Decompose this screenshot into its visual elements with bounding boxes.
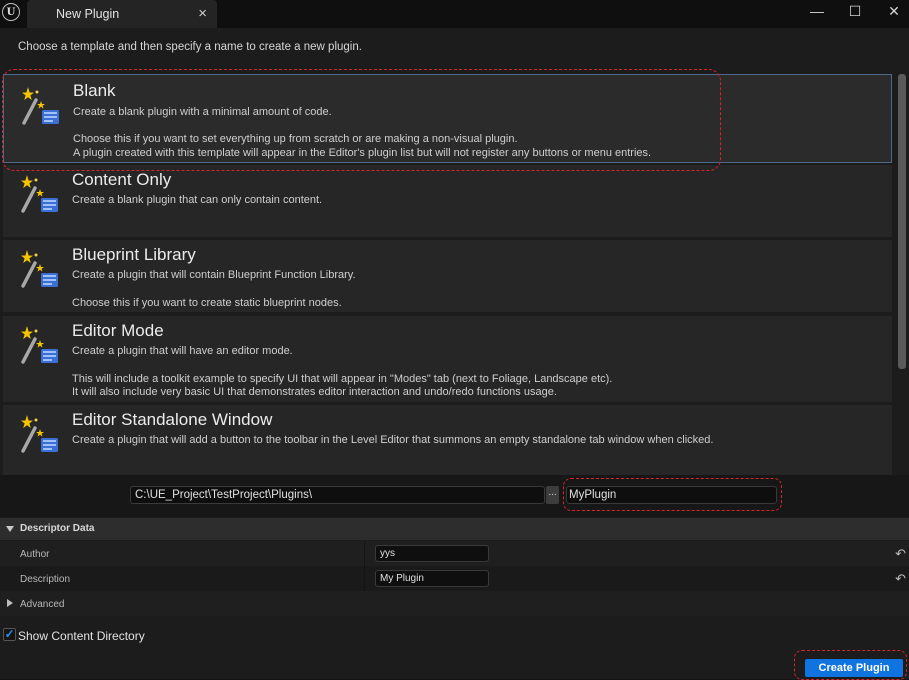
description-row: Description My Plugin ↶ xyxy=(0,566,909,591)
tab-new-plugin[interactable]: New Plugin × xyxy=(27,0,217,28)
template-description: This will include a toolkit example to s… xyxy=(72,373,613,385)
author-input[interactable]: yys xyxy=(375,545,489,562)
close-tab-icon[interactable]: × xyxy=(198,5,207,22)
template-description: Create a blank plugin that can only cont… xyxy=(72,194,323,206)
template-description: Create a plugin that will have an editor… xyxy=(72,345,293,357)
template-description: It will also include very basic UI that … xyxy=(72,386,557,398)
show-content-directory-checkbox[interactable]: ✓ xyxy=(3,628,16,641)
description-label: Description xyxy=(20,574,71,585)
magic-wand-icon xyxy=(21,415,58,453)
maximize-button[interactable]: ☐ xyxy=(842,1,868,21)
template-editor-mode[interactable]: Editor Mode Create a plugin that will ha… xyxy=(3,316,892,402)
advanced-row[interactable]: Advanced xyxy=(0,591,909,616)
template-title: Blueprint Library xyxy=(72,245,196,264)
author-row: Author yys ↶ xyxy=(0,541,909,566)
template-description: Choose this if you want to create static… xyxy=(72,297,342,309)
template-content-only[interactable]: Content Only Create a blank plugin that … xyxy=(3,165,892,237)
highlight-annotation xyxy=(563,478,782,511)
author-label: Author xyxy=(20,549,50,560)
highlight-annotation xyxy=(2,69,721,171)
unreal-logo-icon: U xyxy=(2,3,20,21)
magic-wand-icon xyxy=(21,250,58,288)
tab-label: New Plugin xyxy=(56,7,120,21)
highlight-annotation xyxy=(794,650,907,680)
expand-caret-icon xyxy=(6,526,14,532)
new-plugin-dialog: Choose a template and then specify a nam… xyxy=(0,28,909,680)
template-list-scrollbar[interactable] xyxy=(898,74,906,369)
title-bar: U New Plugin × — ☐ ✕ xyxy=(0,0,909,28)
template-title: Editor Standalone Window xyxy=(72,410,273,429)
minimize-button[interactable]: — xyxy=(804,1,830,21)
magic-wand-icon xyxy=(21,175,58,213)
show-content-directory-label: Show Content Directory xyxy=(18,629,145,643)
descriptor-data-header[interactable]: Descriptor Data xyxy=(0,518,909,540)
template-description: Create a plugin that will add a button t… xyxy=(72,434,714,446)
section-title: Descriptor Data xyxy=(20,523,95,534)
magic-wand-icon xyxy=(21,326,58,364)
reset-to-default-icon[interactable]: ↶ xyxy=(895,571,906,587)
template-title: Editor Mode xyxy=(72,321,164,340)
description-input[interactable]: My Plugin xyxy=(375,570,489,587)
browse-path-button[interactable]: ... xyxy=(546,486,559,504)
column-divider[interactable] xyxy=(364,541,365,566)
column-divider[interactable] xyxy=(364,566,365,591)
template-title: Content Only xyxy=(72,170,172,189)
close-window-button[interactable]: ✕ xyxy=(881,1,907,21)
reset-to-default-icon[interactable]: ↶ xyxy=(895,546,906,562)
template-blueprint-library[interactable]: Blueprint Library Create a plugin that w… xyxy=(3,240,892,312)
collapse-caret-icon xyxy=(7,599,13,607)
instruction-text: Choose a template and then specify a nam… xyxy=(18,41,362,53)
advanced-label: Advanced xyxy=(20,599,65,610)
template-editor-standalone-window[interactable]: Editor Standalone Window Create a plugin… xyxy=(3,405,892,475)
plugin-path-input[interactable]: C:\UE_Project\TestProject\Plugins\ xyxy=(130,486,545,504)
template-description: Create a plugin that will contain Bluepr… xyxy=(72,269,356,281)
